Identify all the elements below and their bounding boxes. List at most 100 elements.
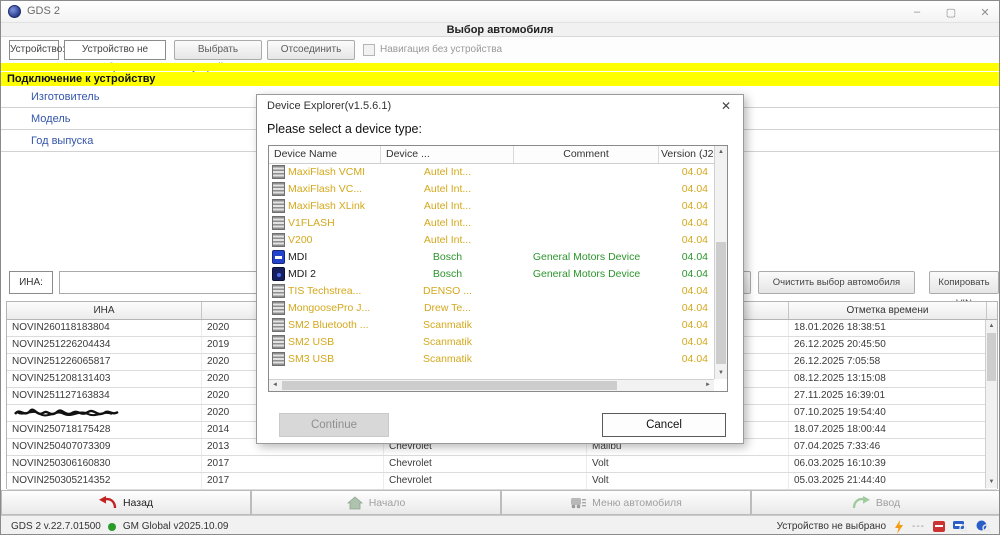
device-row[interactable]: MaxiFlash VC...Autel Int...04.04 <box>269 181 714 198</box>
cell-time: 08.12.2025 13:15:08 <box>789 371 987 387</box>
j2534-device-icon <box>272 182 285 196</box>
col-version[interactable]: Version (J25 <box>659 146 714 163</box>
select-device-button[interactable]: Выбрать устройство <box>174 40 262 60</box>
device-comment <box>514 215 659 232</box>
device-name: SM3 USB <box>288 351 380 368</box>
device-version: 04.04 <box>657 164 711 181</box>
status-bar: GDS 2 v.22.7.01500 GM Global v2025.10.09… <box>1 515 999 535</box>
cell-time: 06.03.2025 16:10:39 <box>789 456 987 472</box>
nav-without-device-checkbox[interactable] <box>363 44 375 56</box>
dialog-close-icon[interactable]: ✕ <box>718 98 734 114</box>
scroll-right-icon[interactable]: ► <box>702 380 714 391</box>
device-name: MongoosePro J... <box>288 300 380 317</box>
db-status-icon <box>108 523 116 531</box>
device-list-hscrollbar[interactable]: ◄ ► <box>269 379 714 391</box>
home-button[interactable]: Начало <box>251 490 501 515</box>
cell-vin: NOVIN250306160830 <box>7 456 202 472</box>
scroll-up-icon[interactable]: ▲ <box>986 320 997 332</box>
device-type: DENSO ... <box>381 283 514 300</box>
device-type: Autel Int... <box>381 164 514 181</box>
j2534-device-icon <box>272 352 285 366</box>
device-name: SM2 Bluetooth ... <box>288 317 380 334</box>
device-row[interactable]: MDIBoschGeneral Motors Device04.04 <box>269 249 714 266</box>
device-row[interactable]: MDI 2BoschGeneral Motors Device04.04 <box>269 266 714 283</box>
back-button[interactable]: Назад <box>1 490 251 515</box>
lightning-icon <box>894 520 904 534</box>
col-device-type[interactable]: Device ... <box>381 146 514 163</box>
disconnect-button[interactable]: Отсоединить <box>267 40 355 60</box>
cell-vin <box>7 405 202 421</box>
device-name: V1FLASH <box>288 215 380 232</box>
cell-year: 2017 <box>202 473 384 489</box>
header-timestamp[interactable]: Отметка времени <box>789 302 987 319</box>
device-row[interactable]: MongoosePro J...Drew Te...04.04 <box>269 300 714 317</box>
vehicle-row[interactable]: NOVIN2503061608302017ChevroletVolt06.03.… <box>7 456 997 473</box>
scroll-down-icon[interactable]: ▼ <box>715 367 727 379</box>
connection-dashes: --- <box>912 521 925 532</box>
vehicle-row[interactable]: NOVIN2503052143522017ChevroletVolt05.03.… <box>7 473 997 490</box>
device-version: 04.04 <box>657 181 711 198</box>
device-list-vscrollbar[interactable]: ▲ ▼ <box>714 146 727 379</box>
cell-time: 07.10.2025 19:54:40 <box>789 405 987 421</box>
device-explorer-dialog: Device Explorer(v1.5.6.1) ✕ Please selec… <box>256 94 744 444</box>
device-name: TIS Techstrea... <box>288 283 380 300</box>
scroll-up-icon[interactable]: ▲ <box>715 146 727 158</box>
scrollbar-thumb[interactable] <box>987 333 996 381</box>
device-type: Scanmatik <box>381 317 514 334</box>
vehicle-menu-button[interactable]: Меню автомобиля <box>501 490 751 515</box>
scroll-down-icon[interactable]: ▼ <box>986 476 997 488</box>
device-version: 04.04 <box>657 266 711 283</box>
device-error-icon[interactable] <box>933 521 945 532</box>
cell-vin: NOVIN250718175428 <box>7 422 202 438</box>
device-comment <box>514 334 659 351</box>
header-stub <box>987 302 997 319</box>
col-comment[interactable]: Comment <box>514 146 659 163</box>
j2534-device-icon <box>272 216 285 230</box>
vin-label-button[interactable]: ИНА: <box>9 271 53 294</box>
device-version: 04.04 <box>657 232 711 249</box>
device-version: 04.04 <box>657 351 711 368</box>
device-comment <box>514 198 659 215</box>
close-icon[interactable]: ✕ <box>979 6 991 19</box>
maximize-icon[interactable]: ▢ <box>945 6 957 19</box>
device-search-icon[interactable] <box>953 520 968 533</box>
enter-button[interactable]: Ввод <box>751 490 1000 515</box>
minimize-icon[interactable]: – <box>911 6 923 18</box>
app-window: GDS 2 – ▢ ✕ Выбор автомобиля Устройство:… <box>0 0 1000 535</box>
device-name: MaxiFlash VCMI <box>288 164 380 181</box>
cell-time: 18.07.2025 18:00:44 <box>789 422 987 438</box>
header-vin[interactable]: ИНА <box>7 302 202 319</box>
device-row[interactable]: MaxiFlash VCMIAutel Int... 04.04 <box>269 164 714 181</box>
device-comment <box>514 164 659 181</box>
device-row[interactable]: SM3 USBScanmatik04.04 <box>269 351 714 368</box>
device-row[interactable]: V1FLASHAutel Int...04.04 <box>269 215 714 232</box>
device-row[interactable]: SM2 Bluetooth ...Scanmatik04.04 <box>269 317 714 334</box>
continue-button[interactable]: Continue <box>279 413 389 437</box>
scroll-left-icon[interactable]: ◄ <box>269 380 281 391</box>
device-version: 04.04 <box>657 249 711 266</box>
back-arrow-icon <box>99 496 117 510</box>
device-type: Autel Int... <box>381 232 514 249</box>
device-row[interactable]: SM2 USBScanmatik04.04 <box>269 334 714 351</box>
cell-time: 26.12.2025 7:05:58 <box>789 354 987 370</box>
device-list-rows: MaxiFlash VCMIAutel Int...04.04MaxiFlash… <box>269 164 714 368</box>
vehicle-table-scrollbar[interactable]: ▲ ▼ <box>985 320 997 488</box>
cell-model: Volt <box>587 456 789 472</box>
device-row[interactable]: TIS Techstrea...DENSO ...04.04 <box>269 283 714 300</box>
enter-arrow-icon <box>852 496 870 510</box>
cancel-button[interactable]: Cancel <box>602 413 726 437</box>
scrollbar-thumb[interactable] <box>716 242 726 364</box>
toolbar: Устройство: Устройство не выбрано Выбрат… <box>1 37 999 63</box>
cell-vin: NOVIN251226204434 <box>7 337 202 353</box>
mdi-device-icon <box>272 250 285 264</box>
col-device-name[interactable]: Device Name <box>269 146 381 163</box>
device-row[interactable]: MaxiFlash XLinkAutel Int...04.04 <box>269 198 714 215</box>
device-row[interactable]: V200Autel Int...04.04 <box>269 232 714 249</box>
scrollbar-thumb[interactable] <box>282 381 617 390</box>
cell-time: 18.01.2026 18:38:51 <box>789 320 987 336</box>
clear-vehicle-button[interactable]: Очистить выбор автомобиля <box>758 271 915 294</box>
device-status-button: Устройство не выбрано <box>64 40 166 60</box>
window-titlebar[interactable]: GDS 2 – ▢ ✕ <box>1 1 999 23</box>
network-search-icon[interactable] <box>976 520 991 533</box>
copy-vin-button[interactable]: Копировать VIN <box>929 271 999 294</box>
